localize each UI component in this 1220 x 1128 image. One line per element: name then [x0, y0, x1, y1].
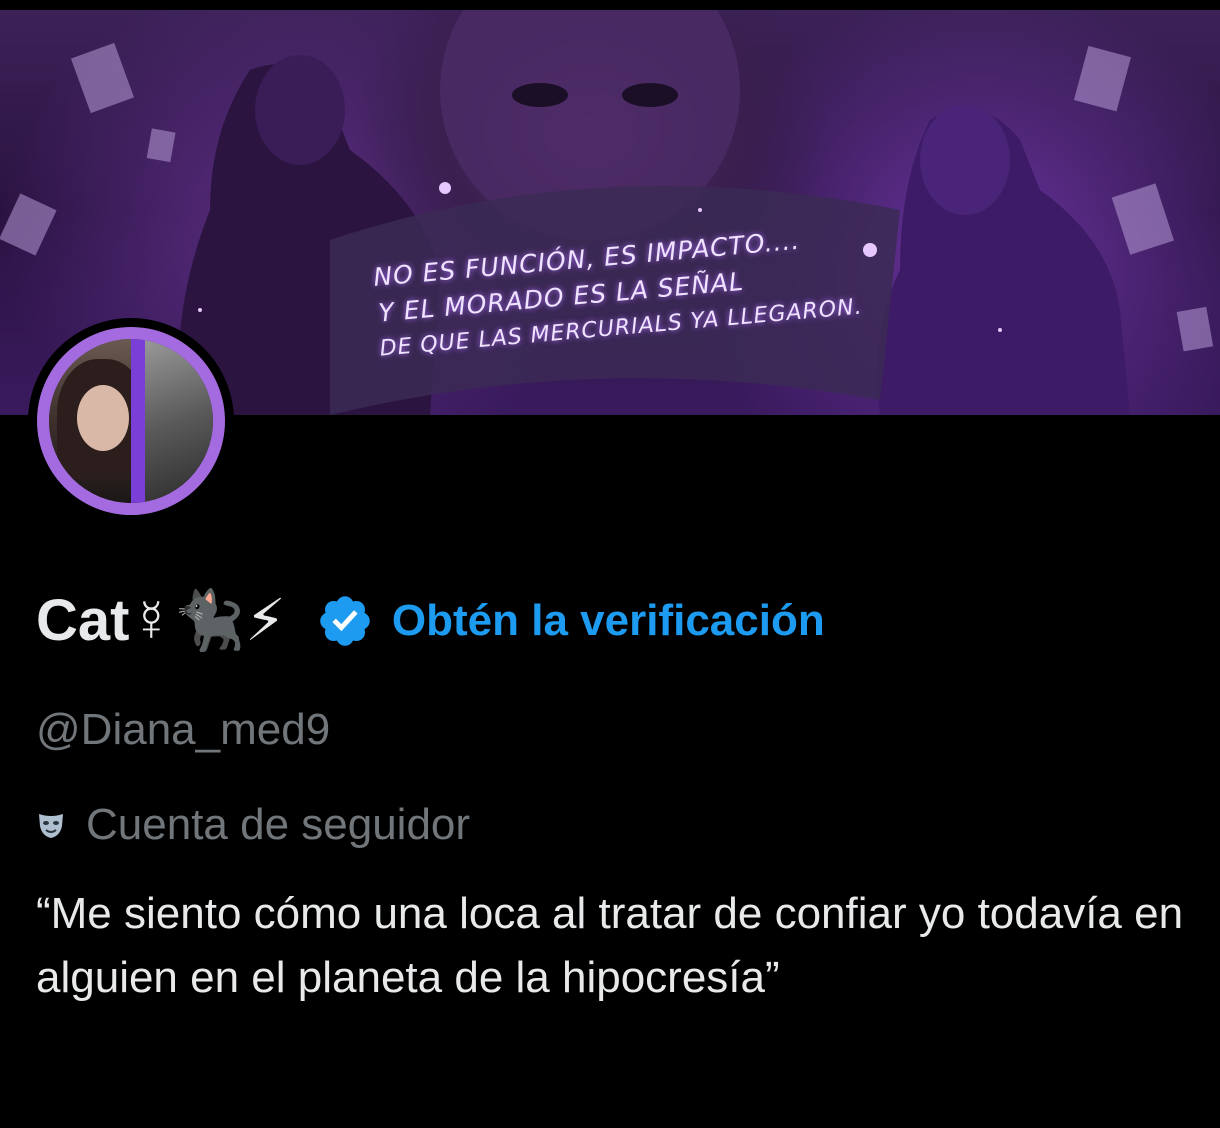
user-handle: @Diana_med9	[36, 705, 331, 754]
profile-bio: “Me siento cómo una loca al tratar de co…	[36, 889, 1184, 1002]
get-verified-link[interactable]: Obtén la verificación	[392, 596, 825, 646]
account-type-label: Cuenta de seguidor	[86, 800, 471, 849]
avatar-ring	[37, 327, 225, 515]
theater-mask-icon	[39, 814, 63, 838]
avatar-torn-edge	[131, 339, 145, 503]
avatar-face	[77, 385, 129, 451]
avatar-photo	[49, 339, 213, 503]
name-row: Cat☿🐈‍⬛⚡ Obtén la verificación	[36, 585, 825, 657]
display-name: Cat☿🐈‍⬛⚡	[36, 588, 286, 653]
avatar[interactable]	[28, 318, 234, 524]
account-type: Cuenta de seguidor	[36, 795, 470, 855]
avatar-photo-right	[141, 339, 213, 503]
verified-badge-icon[interactable]	[316, 592, 374, 650]
